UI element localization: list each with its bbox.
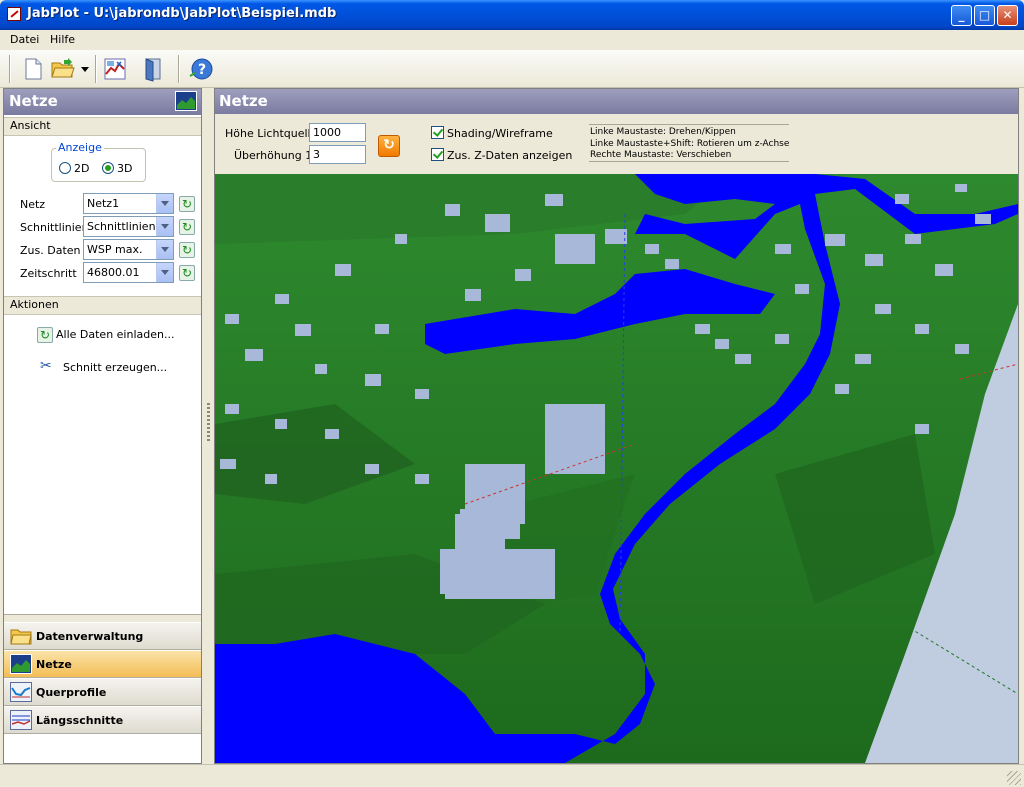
3d-viewport[interactable] — [215, 174, 1018, 763]
window-title: JabPlot - U:\jabrondb\JabPlot\Beispiel.m… — [27, 6, 337, 21]
toolbar-grip[interactable] — [9, 55, 11, 83]
longitudinal-section-icon — [10, 710, 32, 730]
maximize-button[interactable]: □ — [974, 5, 995, 26]
nav-label: Längsschnitte — [36, 714, 124, 727]
shading-checkbox[interactable] — [431, 126, 444, 139]
refresh-schnittlinien-icon[interactable]: ↻ — [179, 219, 195, 235]
exaggeration-input[interactable]: 3 — [309, 145, 366, 164]
light-height-input[interactable]: 1000 — [309, 123, 366, 142]
help-icon[interactable]: ? — [188, 56, 214, 82]
zdata-checkbox[interactable] — [431, 148, 444, 161]
chevron-down-icon[interactable] — [156, 217, 173, 236]
nav-laengsschnitte[interactable]: Längsschnitte — [4, 706, 201, 734]
right-panel-header — [215, 89, 1018, 115]
netz-value: Netz1 — [87, 197, 120, 210]
nav-splitter[interactable] — [4, 614, 201, 622]
folder-icon — [10, 629, 32, 645]
anzeige-group-label: Anzeige — [56, 141, 104, 154]
hint-rotate-z: Linke Maustaste+Shift: Rotieren um z-Ach… — [590, 139, 790, 149]
nav-querprofile[interactable]: Querprofile — [4, 678, 201, 706]
ansicht-label: Ansicht — [10, 119, 51, 132]
apply-refresh-icon[interactable]: ↻ — [378, 135, 400, 157]
open-folder-icon[interactable] — [50, 56, 76, 82]
aktionen-label: Aktionen — [10, 298, 59, 311]
map-icon[interactable] — [102, 56, 128, 82]
splitter-grip[interactable] — [207, 403, 210, 443]
chevron-down-icon[interactable] — [156, 240, 173, 259]
nav-label: Querprofile — [36, 686, 107, 699]
toolbar-separator — [95, 55, 97, 83]
zus-daten-select[interactable]: WSP max. — [83, 239, 174, 260]
action-alle-daten-einladen[interactable]: Alle Daten einladen... — [56, 328, 174, 341]
zeitschritt-select[interactable]: 46800.01 — [83, 262, 174, 283]
svg-text:?: ? — [198, 62, 206, 78]
refresh-zus-daten-icon[interactable]: ↻ — [179, 242, 195, 258]
menu-hilfe[interactable]: Hilfe — [50, 33, 75, 46]
schnittlinien-label: Schnittlinien — [20, 221, 89, 234]
nav-netze[interactable]: Netze — [4, 650, 201, 678]
nav-datenverwaltung[interactable]: Datenverwaltung — [4, 622, 201, 650]
menu-datei[interactable]: Datei — [10, 33, 39, 46]
mesh-icon — [175, 91, 197, 111]
schnittlinien-select[interactable]: Schnittlinien1 — [83, 216, 174, 237]
mesh-icon — [10, 654, 32, 674]
resize-grip[interactable] — [1007, 771, 1021, 785]
zdata-label[interactable]: Zus. Z-Daten anzeigen — [447, 149, 572, 162]
zus-daten-label: Zus. Daten — [20, 244, 81, 257]
refresh-zeitschritt-icon[interactable]: ↻ — [179, 265, 195, 281]
hint-rotate: Linke Maustaste: Drehen/Kippen — [590, 127, 736, 137]
left-panel-title: Netze — [9, 92, 58, 110]
cross-section-icon — [10, 682, 32, 702]
right-panel-title: Netze — [219, 92, 268, 110]
terrain-render[interactable] — [215, 174, 1018, 763]
exit-door-icon[interactable] — [140, 56, 166, 82]
netz-select[interactable]: Netz1 — [83, 193, 174, 214]
hint-pan: Rechte Maustaste: Verschieben — [590, 150, 732, 160]
app-icon — [7, 7, 21, 21]
close-button[interactable]: ✕ — [997, 5, 1018, 26]
reload-data-icon[interactable]: ↻ — [37, 327, 53, 343]
zeitschritt-value: 46800.01 — [87, 266, 140, 279]
chevron-down-icon[interactable] — [156, 194, 173, 213]
shading-label[interactable]: Shading/Wireframe — [447, 127, 553, 140]
scissors-icon[interactable]: ✂ — [40, 358, 54, 374]
zeitschritt-label: Zeitschritt — [20, 267, 77, 280]
zus-daten-value: WSP max. — [87, 243, 143, 256]
radio-3d[interactable] — [102, 162, 114, 174]
new-document-icon[interactable] — [20, 56, 46, 82]
radio-3d-label[interactable]: 3D — [117, 162, 132, 175]
netz-label: Netz — [20, 198, 46, 211]
radio-2d-label[interactable]: 2D — [74, 162, 89, 175]
nav-label: Netze — [36, 658, 72, 671]
minimize-button[interactable]: _ — [951, 5, 972, 26]
toolbar-separator — [178, 55, 180, 83]
action-schnitt-erzeugen[interactable]: Schnitt erzeugen... — [63, 361, 167, 374]
radio-2d[interactable] — [59, 162, 71, 174]
chevron-down-icon[interactable] — [156, 263, 173, 282]
chevron-down-icon[interactable] — [80, 65, 90, 73]
exaggeration-label: Überhöhung 1: — [234, 149, 316, 162]
refresh-netz-icon[interactable]: ↻ — [179, 196, 195, 212]
nav-label: Datenverwaltung — [36, 630, 144, 643]
menu-bar — [0, 30, 1024, 50]
status-bar — [0, 764, 1024, 787]
schnittlinien-value: Schnittlinien1 — [87, 220, 163, 233]
light-height-label: Höhe Lichtquelle — [225, 127, 318, 140]
